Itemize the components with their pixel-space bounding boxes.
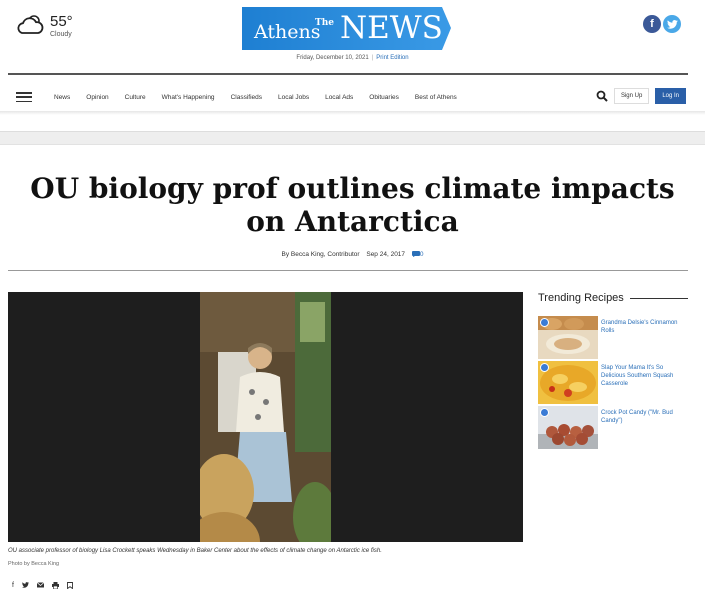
logo-athens: Athens xyxy=(254,21,321,43)
article-headline: OU biology prof outlines climate impacts… xyxy=(30,172,675,238)
ribbon-badge-icon xyxy=(540,318,549,327)
site-logo[interactable]: The Athens NEWS xyxy=(242,7,451,50)
nav-item-whats-happening[interactable]: What's Happening xyxy=(154,94,223,101)
nav-shadow xyxy=(0,111,705,115)
trending-title: Trending Recipes xyxy=(538,292,624,304)
photo-credit: Photo by Becca King xyxy=(8,561,60,567)
main-nav: News Opinion Culture What's Happening Cl… xyxy=(8,84,688,110)
share-bar: f xyxy=(12,582,73,591)
recipe-title[interactable]: Slap Your Mama It's So Delicious Souther… xyxy=(601,364,688,404)
email-icon[interactable] xyxy=(36,582,45,591)
print-icon[interactable] xyxy=(51,582,59,591)
comment-icon xyxy=(411,251,420,257)
article-photo[interactable] xyxy=(8,292,523,542)
twitter-icon[interactable] xyxy=(21,582,29,591)
recipe-item[interactable]: Crock Pot Candy ("Mr. Bud Candy") xyxy=(538,406,688,449)
byline-rule xyxy=(8,270,688,271)
nav-item-culture[interactable]: Culture xyxy=(117,94,154,101)
ad-strip xyxy=(0,131,705,145)
trending-header: Trending Recipes xyxy=(538,292,688,304)
trending-recipes: Trending Recipes xyxy=(538,292,688,304)
photo-scene xyxy=(200,292,331,542)
nav-item-local-ads[interactable]: Local Ads xyxy=(317,94,361,101)
recipe-item[interactable]: Slap Your Mama It's So Delicious Souther… xyxy=(538,361,688,404)
twitter-icon[interactable] xyxy=(663,15,681,33)
weather-widget[interactable]: 55° Cloudy xyxy=(16,13,73,39)
recipe-item[interactable]: Grandma Delsie's Cinnamon Rolls xyxy=(538,316,688,359)
comment-count: 0 xyxy=(419,251,424,258)
search-icon[interactable] xyxy=(596,90,608,102)
weather-condition: Cloudy xyxy=(50,31,72,38)
recipe-thumbnail xyxy=(538,361,598,404)
logo-news: NEWS xyxy=(340,10,443,46)
article-byline: By Becca King, Contributor Sep 24, 2017 … xyxy=(0,251,705,258)
nav-items: News Opinion Culture What's Happening Cl… xyxy=(45,94,465,101)
comments-link[interactable]: 0 xyxy=(411,251,424,258)
recipe-title[interactable]: Crock Pot Candy ("Mr. Bud Candy") xyxy=(601,409,688,449)
nav-actions: Sign Up Log In xyxy=(596,88,686,104)
social-links: f xyxy=(643,15,681,33)
facebook-icon[interactable]: f xyxy=(12,582,14,591)
current-date: Friday, December 10, 2021 xyxy=(296,55,369,61)
ribbon-badge-icon xyxy=(540,363,549,372)
article-date: Sep 24, 2017 xyxy=(366,251,406,258)
header-rule xyxy=(8,73,688,75)
nav-item-obituaries[interactable]: Obituaries xyxy=(361,94,407,101)
log-in-button[interactable]: Log In xyxy=(655,88,686,104)
recipe-thumbnail xyxy=(538,316,598,359)
nav-item-classifieds[interactable]: Classifieds xyxy=(223,94,270,101)
recipe-thumbnail xyxy=(538,406,598,449)
bookmark-icon[interactable] xyxy=(67,582,73,591)
menu-icon[interactable] xyxy=(16,92,32,102)
facebook-icon[interactable]: f xyxy=(643,15,661,33)
dateline: Friday, December 10, 2021 | Print Edition xyxy=(296,55,409,61)
ribbon-badge-icon xyxy=(540,408,549,417)
nav-item-best-of-athens[interactable]: Best of Athens xyxy=(407,94,465,101)
print-edition-link[interactable]: Print Edition xyxy=(376,55,408,61)
nav-item-local-jobs[interactable]: Local Jobs xyxy=(270,94,317,101)
photo-caption: OU associate professor of biology Lisa C… xyxy=(8,548,382,554)
sign-up-button[interactable]: Sign Up xyxy=(613,88,650,104)
recipe-title[interactable]: Grandma Delsie's Cinnamon Rolls xyxy=(601,319,688,359)
cloudy-sun-icon xyxy=(17,15,44,34)
nav-item-opinion[interactable]: Opinion xyxy=(78,94,116,101)
speaker-photo xyxy=(200,292,331,542)
article-author[interactable]: By Becca King, Contributor xyxy=(282,251,360,258)
nav-item-news[interactable]: News xyxy=(45,94,78,101)
weather-temp: 55° xyxy=(50,13,73,30)
